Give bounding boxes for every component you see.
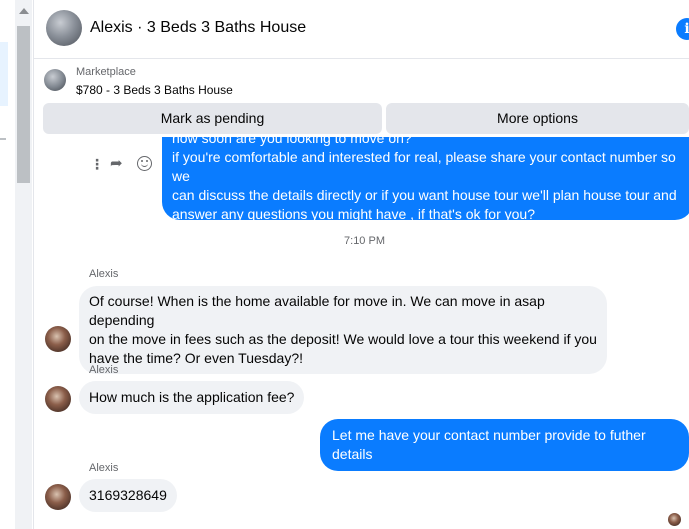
sender-avatar[interactable] [45, 386, 71, 412]
scroll-up-arrow-icon[interactable] [19, 8, 29, 14]
read-receipt-avatar [668, 513, 681, 526]
more-actions-icon[interactable]: ⋮ [90, 155, 104, 173]
marketplace-listing-bar[interactable]: Marketplace $780 - 3 Beds 3 Baths House [34, 59, 689, 101]
listing-title: $780 - 3 Beds 3 Baths House [76, 83, 233, 97]
sender-avatar[interactable] [45, 484, 71, 510]
info-icon[interactable]: i [676, 18, 689, 40]
reply-icon[interactable]: ➦ [110, 155, 123, 173]
left-sidebar-strip [0, 0, 34, 529]
message-timestamp: 7:10 PM [344, 235, 385, 247]
mark-as-pending-button[interactable]: Mark as pending [43, 103, 382, 134]
incoming-message: 3169328649 [79, 479, 177, 512]
conversation-title[interactable]: Alexis · 3 Beds 3 Baths House [90, 19, 306, 37]
message-line: on the move in fees such as the deposit!… [89, 331, 597, 347]
sender-avatar[interactable] [45, 326, 71, 352]
marketplace-label: Marketplace [76, 66, 136, 78]
sidebar-active-indicator [0, 42, 8, 106]
outgoing-message: how soon are you looking to move on? if … [162, 137, 689, 220]
sender-name: Alexis [89, 462, 119, 474]
message-actions: ⋮ ➦ [86, 155, 156, 173]
react-emoji-icon[interactable] [137, 156, 152, 171]
message-line: if you're comfortable and interested for… [172, 149, 676, 184]
message-line: answer any questions you might have , if… [172, 206, 535, 220]
message-line: how soon are you looking to move on? [172, 137, 412, 146]
sender-name: Alexis [89, 268, 119, 280]
outgoing-message: Let me have your contact number provide … [320, 419, 689, 471]
sender-name: Alexis [89, 364, 119, 376]
sidebar-divider [0, 138, 6, 140]
incoming-message: How much is the application fee? [79, 381, 305, 414]
contact-avatar[interactable] [46, 10, 82, 46]
more-options-button[interactable]: More options [386, 103, 689, 134]
scrollbar-thumb[interactable] [17, 26, 30, 183]
listing-thumbnail [44, 69, 66, 91]
message-line: Of course! When is the home available fo… [89, 293, 545, 328]
conversation-header: Alexis · 3 Beds 3 Baths House i [34, 0, 689, 59]
message-line: can discuss the details directly or if y… [172, 187, 677, 203]
message-line: have the time? Or even Tuesday?! [89, 350, 304, 366]
incoming-message: Of course! When is the home available fo… [79, 286, 607, 374]
